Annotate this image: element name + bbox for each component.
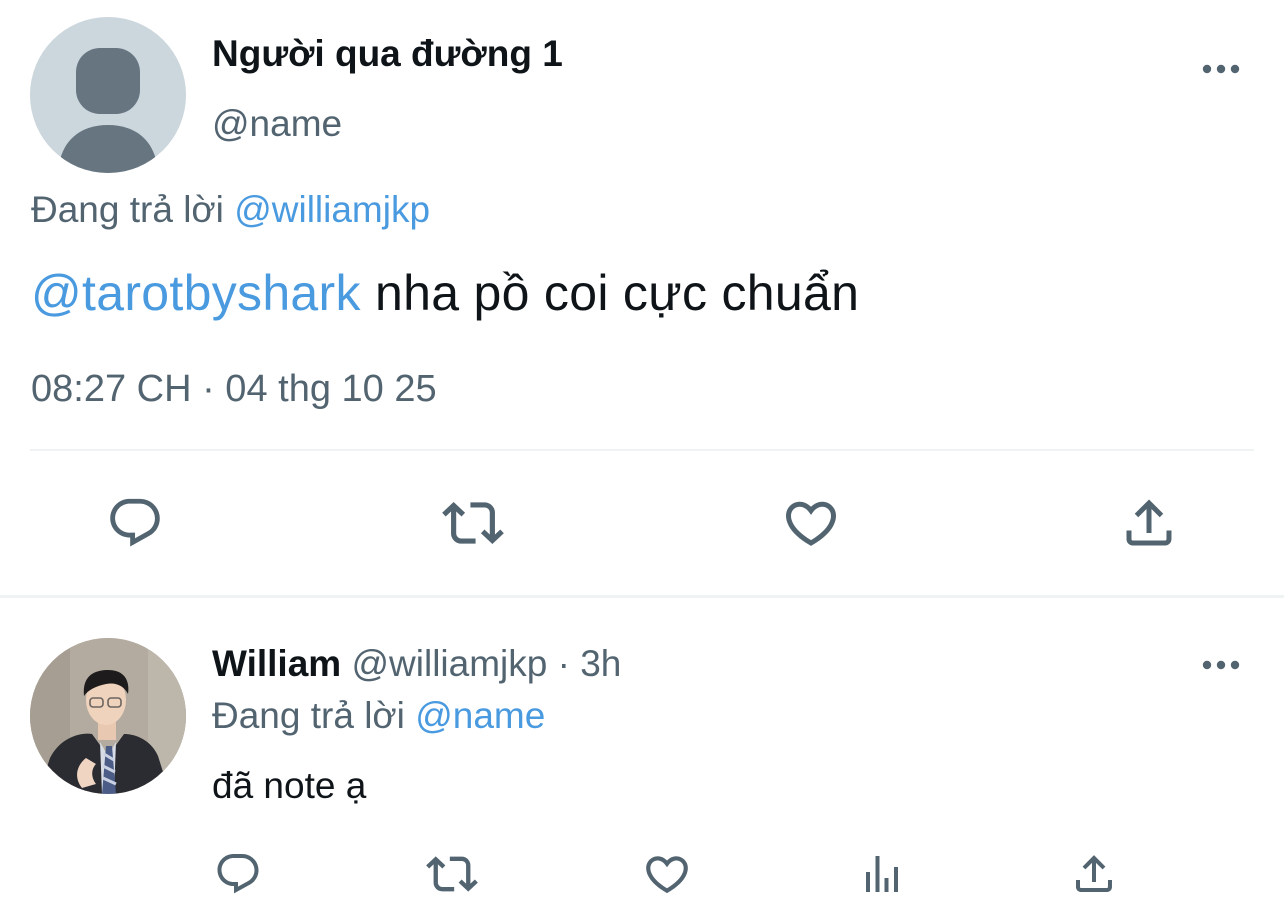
more-options-button[interactable]	[1196, 648, 1246, 682]
retweet-icon	[426, 856, 478, 892]
replying-to-link[interactable]: @williamjkp	[234, 189, 430, 230]
display-name[interactable]: Người qua đường 1	[212, 33, 563, 75]
divider	[30, 449, 1254, 451]
default-avatar-icon	[58, 48, 158, 173]
reply-tweet: William @williamjkp · 3h Đang trả lời @n…	[0, 598, 1284, 920]
more-dots-icon	[1202, 64, 1240, 74]
reply-icon	[217, 854, 259, 894]
tweet-timestamp: 08:27 CH · 04 thg 10 25	[31, 368, 437, 410]
retweet-button[interactable]	[438, 490, 508, 556]
like-icon	[646, 856, 688, 894]
views-icon	[866, 856, 898, 892]
more-options-button[interactable]	[1196, 52, 1246, 86]
like-button[interactable]	[778, 490, 844, 556]
reply-header: William @williamjkp · 3h	[212, 643, 621, 685]
tweet-text: @tarotbyshark nha pồ coi cực chuẩn	[31, 264, 859, 322]
default-avatar[interactable]	[30, 17, 186, 173]
reply-icon	[110, 498, 160, 547]
main-tweet: Người qua đường 1 @name Đang trả lời @wi…	[0, 0, 1284, 596]
share-icon	[1076, 855, 1112, 892]
retweet-icon	[442, 502, 504, 544]
share-button[interactable]	[1068, 848, 1120, 900]
avatar-photo	[30, 638, 186, 794]
share-button[interactable]	[1116, 490, 1182, 556]
more-dots-icon	[1202, 660, 1240, 670]
like-icon	[785, 501, 837, 546]
user-avatar[interactable]	[30, 638, 186, 794]
mention-link[interactable]: @tarotbyshark	[31, 265, 361, 321]
handle-and-time[interactable]: @williamjkp · 3h	[351, 643, 621, 684]
display-name[interactable]: William	[212, 643, 341, 684]
share-icon	[1126, 499, 1172, 546]
reply-button[interactable]	[102, 490, 168, 556]
retweet-button[interactable]	[424, 848, 480, 900]
user-handle[interactable]: @name	[212, 103, 342, 145]
reply-text: đã note ạ	[212, 765, 367, 806]
replying-to-line: Đang trả lời @williamjkp	[31, 189, 430, 231]
like-button[interactable]	[640, 848, 694, 900]
replying-prefix: Đang trả lời	[212, 695, 405, 736]
reply-button[interactable]	[212, 848, 264, 900]
views-button[interactable]	[856, 848, 908, 900]
replying-to-line: Đang trả lời @name	[212, 695, 545, 737]
replying-prefix: Đang trả lời	[31, 189, 224, 230]
replying-to-link[interactable]: @name	[415, 695, 545, 736]
tweet-body: nha pồ coi cực chuẩn	[374, 265, 860, 321]
